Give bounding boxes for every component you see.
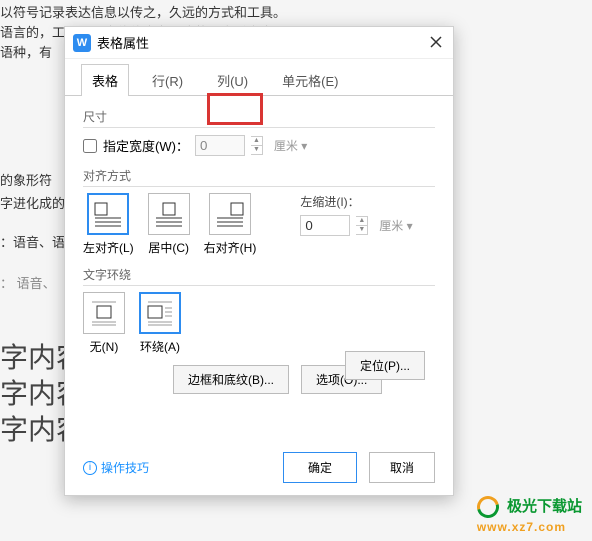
wrap-around-icon xyxy=(145,298,175,328)
align-right-label: 右对齐(H) xyxy=(204,239,257,256)
watermark-icon xyxy=(473,492,503,522)
tab-table[interactable]: 表格 xyxy=(81,64,129,96)
close-icon xyxy=(430,36,442,48)
table-properties-dialog: W 表格属性 表格 行(R) 列(U) 单元格(E) 尺寸 指定宽度(W)： ▲… xyxy=(64,26,454,496)
align-fieldset: 对齐方式 左对齐(L) xyxy=(83,167,435,256)
bg-text: ： 语音、 xyxy=(0,273,56,292)
tab-cell[interactable]: 单元格(E) xyxy=(271,64,349,96)
left-indent-label: 左缩进(I)： xyxy=(300,193,359,210)
size-fieldset: 尺寸 指定宽度(W)： ▲▼ 厘米 ▾ xyxy=(83,108,435,157)
app-icon: W xyxy=(73,34,91,52)
watermark-url: www.xz7.com xyxy=(477,520,566,534)
watermark-name: 极光下载站 xyxy=(507,498,582,515)
width-input[interactable] xyxy=(195,135,245,156)
align-center-icon xyxy=(154,199,184,229)
align-left-label: 左对齐(L) xyxy=(83,239,134,256)
position-button[interactable]: 定位(P)... xyxy=(345,351,425,380)
left-indent-input[interactable] xyxy=(300,215,350,236)
wrap-none-icon xyxy=(89,298,119,328)
width-spinner[interactable]: ▲▼ xyxy=(251,136,263,155)
align-legend: 对齐方式 xyxy=(83,167,435,187)
left-indent-spinner[interactable]: ▲▼ xyxy=(356,216,368,235)
align-center-button[interactable]: 居中(C) xyxy=(148,193,190,256)
size-legend: 尺寸 xyxy=(83,108,435,128)
align-right-icon xyxy=(215,199,245,229)
align-left-icon xyxy=(93,199,123,229)
wrap-legend: 文字环绕 xyxy=(83,266,435,286)
wrap-fieldset: 文字环绕 无(N) xyxy=(83,266,435,355)
wrap-around-button[interactable]: 环绕(A) xyxy=(139,292,181,355)
bg-text: 以符号记录表达信息以传之，久远的方式和工具。 xyxy=(0,2,286,21)
bg-text: 语种，有 xyxy=(0,42,52,61)
align-left-button[interactable]: 左对齐(L) xyxy=(83,193,134,256)
ok-button[interactable]: 确定 xyxy=(283,452,357,483)
chevron-down-icon: ▾ xyxy=(407,219,413,233)
specify-width-label: 指定宽度(W)： xyxy=(103,136,189,155)
chevron-down-icon: ▾ xyxy=(301,139,307,153)
width-unit-select[interactable]: 厘米 ▾ xyxy=(269,134,312,157)
align-center-label: 居中(C) xyxy=(148,239,189,256)
left-indent-unit-select[interactable]: 厘米 ▾ xyxy=(374,214,417,237)
tips-link[interactable]: i 操作技巧 xyxy=(83,459,149,476)
border-shading-button[interactable]: 边框和底纹(B)... xyxy=(173,365,289,394)
tab-column[interactable]: 列(U) xyxy=(206,64,259,96)
bg-text: ：语音、语 xyxy=(0,232,65,251)
info-icon: i xyxy=(83,461,97,475)
wrap-around-label: 环绕(A) xyxy=(140,338,180,355)
close-button[interactable] xyxy=(427,33,445,51)
bg-text: 的象形符 xyxy=(0,170,52,189)
wrap-none-label: 无(N) xyxy=(90,338,119,355)
cancel-button[interactable]: 取消 xyxy=(369,452,435,483)
bg-text: 字进化成的 xyxy=(0,193,65,212)
dialog-title: 表格属性 xyxy=(97,33,149,52)
specify-width-checkbox[interactable] xyxy=(83,139,97,153)
align-right-button[interactable]: 右对齐(H) xyxy=(204,193,257,256)
wrap-none-button[interactable]: 无(N) xyxy=(83,292,125,355)
tab-row[interactable]: 行(R) xyxy=(141,64,194,96)
watermark: 极光下载站 www.xz7.com xyxy=(477,495,582,535)
